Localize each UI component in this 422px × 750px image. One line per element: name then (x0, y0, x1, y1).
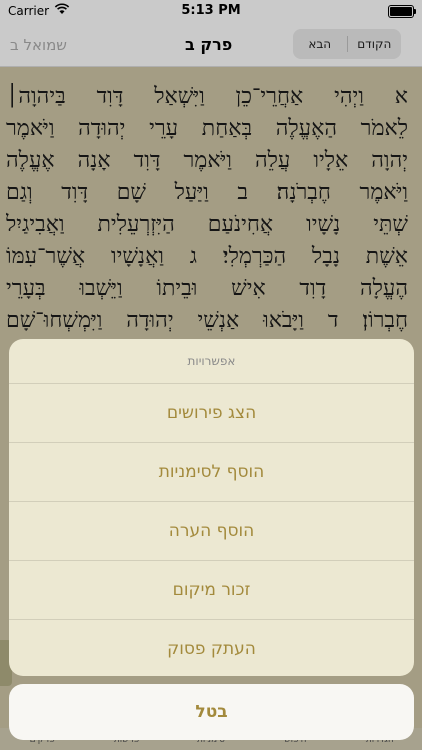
action-sheet: אפשרויות הצג פירושים הוסף לסימניות הוסף … (9, 339, 414, 676)
copy-verse-button[interactable]: העתק פסוק (9, 620, 414, 676)
add-note-button[interactable]: הוסף הערה (9, 502, 414, 561)
show-commentaries-button[interactable]: הצג פירושים (9, 384, 414, 443)
action-sheet-title: אפשרויות (9, 339, 414, 384)
add-bookmark-button[interactable]: הוסף לסימניות (9, 443, 414, 502)
remember-location-button[interactable]: זכור מיקום (9, 561, 414, 620)
cancel-button[interactable]: בטל (9, 684, 414, 740)
